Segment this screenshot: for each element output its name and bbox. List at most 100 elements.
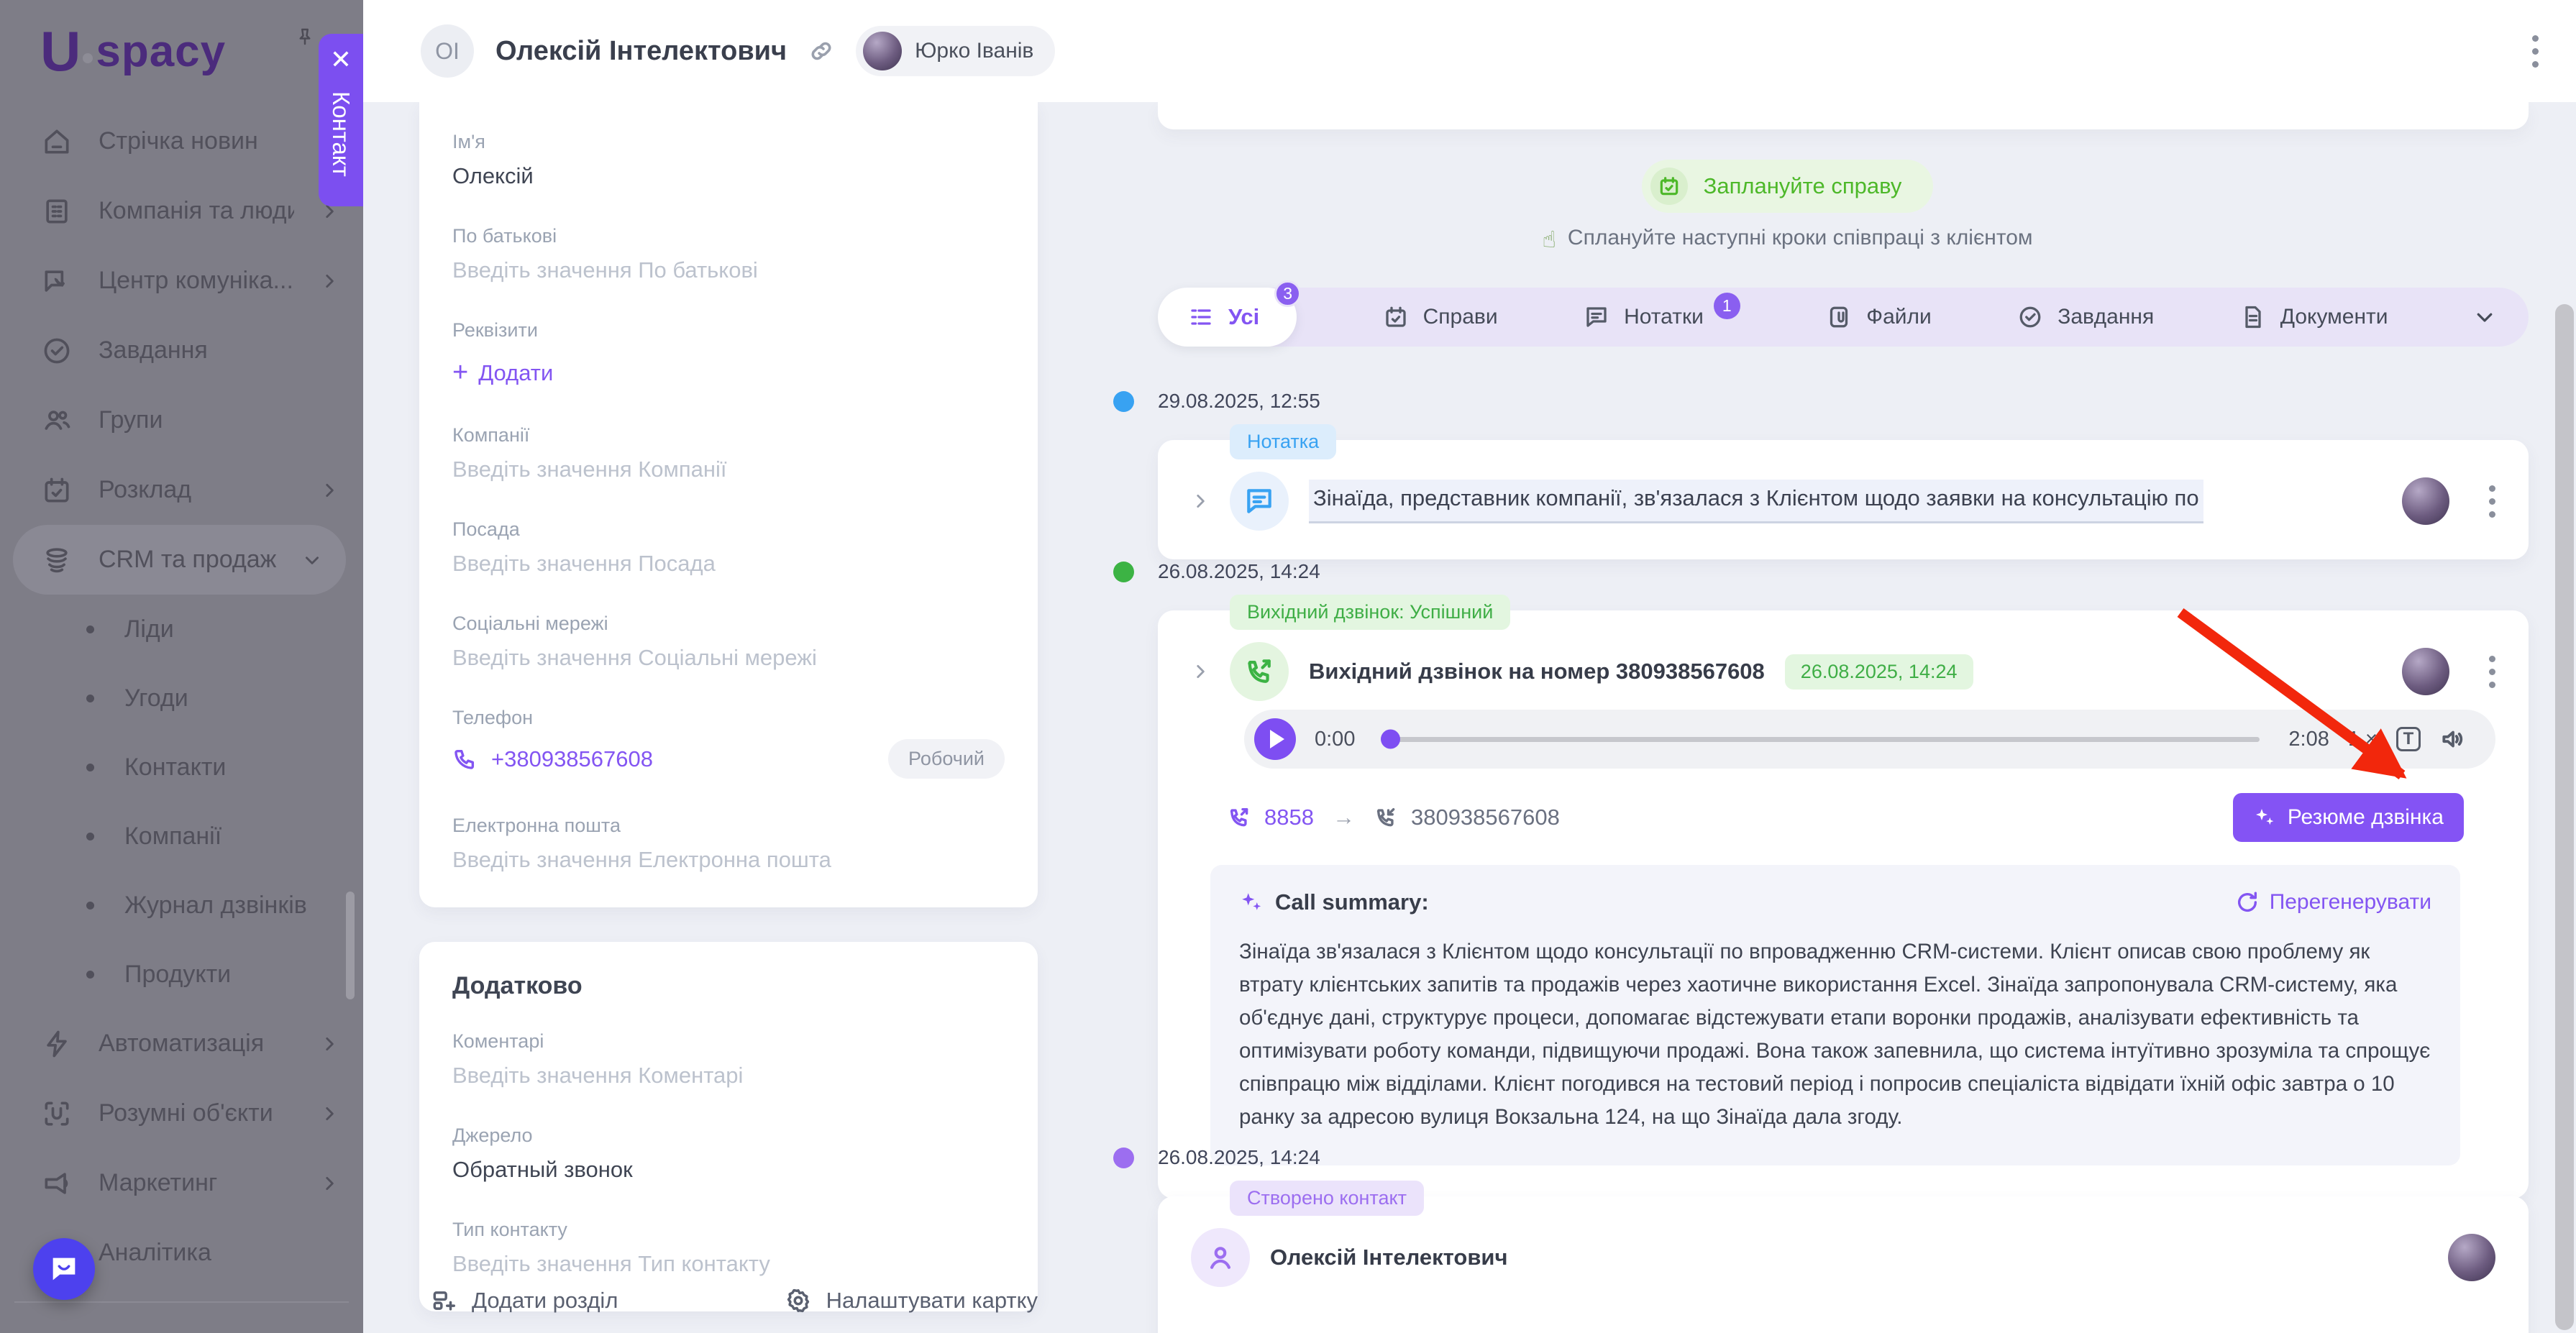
gear-icon [785, 1287, 812, 1314]
note-card[interactable]: Нотатка Зінаїда, представник компанії, з… [1158, 440, 2529, 559]
field-social[interactable]: Соціальні мережі Введіть значення Соціал… [452, 613, 1005, 671]
author-avatar [2402, 648, 2449, 695]
pin-sidebar-icon[interactable] [294, 26, 316, 47]
field-position[interactable]: Посада Введіть значення Посада [452, 518, 1005, 577]
sidebar-item-products[interactable]: Продукти [0, 940, 363, 1009]
sidebar-item-automation[interactable]: Автоматизація [0, 1009, 363, 1078]
support-chat-button[interactable] [33, 1238, 95, 1300]
tab-documents[interactable]: Документи [2240, 304, 2388, 330]
sidebar-item-contacts[interactable]: Контакти [0, 733, 363, 802]
building-icon [41, 196, 73, 227]
tab-activities[interactable]: Справи [1383, 304, 1498, 330]
sidebar-item-schedule[interactable]: Розклад [0, 455, 363, 525]
ai-sparkles-icon [1239, 890, 1264, 915]
field-comments[interactable]: Коментарі Введіть значення Коментарі [452, 1030, 1005, 1089]
chevron-right-icon [320, 272, 339, 290]
regenerate-icon [2235, 890, 2260, 915]
transcript-button[interactable]: T [2396, 727, 2421, 751]
seek-thumb[interactable] [1381, 730, 1400, 749]
marketing-icon [41, 1168, 73, 1199]
chevron-right-icon [320, 481, 339, 500]
sidebar-item-marketing[interactable]: Маркетинг [0, 1148, 363, 1218]
sidebar-item-news-feed[interactable]: Стрічка новин [0, 106, 363, 176]
scrolled-card-remnant [1158, 102, 2529, 129]
tab-all-badge: 3 [1274, 280, 1301, 307]
sidebar-item-crm-sales[interactable]: CRM та продажі [13, 525, 346, 595]
field-first-name[interactable]: Ім'я Олексій [452, 131, 1005, 189]
close-icon[interactable]: ✕ [330, 47, 352, 73]
sidebar-item-smart-objects[interactable]: Розумні об'єкти [0, 1078, 363, 1148]
call-summary-button[interactable]: Резюме дзвінка [2233, 793, 2464, 842]
entry-more-menu[interactable] [2488, 656, 2495, 688]
author-avatar [2402, 477, 2449, 525]
timeline-entry-contact-created: 26.08.2025, 14:24 Створено контакт Олекс… [1158, 1146, 2529, 1333]
tab-tasks[interactable]: Завдання [2017, 304, 2154, 330]
tabs-chevron-down-icon[interactable] [2474, 306, 2495, 328]
volume-icon[interactable] [2439, 725, 2467, 753]
entry-more-menu[interactable] [2488, 485, 2495, 518]
extra-section-card: Додатково Коментарі Введіть значення Ком… [419, 942, 1038, 1311]
seek-bar[interactable] [1384, 737, 2260, 742]
entry-date: 26.08.2025, 14:24 [1158, 1146, 2529, 1169]
entry-date: 29.08.2025, 12:55 [1158, 390, 2529, 413]
card-footer-actions: Додати розділ Налаштувати картку [430, 1287, 1038, 1314]
timeline-column: Заплануйте справу ☝ Сплануйте наступні к… [1046, 102, 2576, 1333]
note-icon [1584, 304, 1609, 330]
note-text[interactable]: Зінаїда, представник компанії, зв'язалас… [1309, 480, 2203, 523]
phone-type-badge: Робочий [888, 739, 1005, 779]
regenerate-button[interactable]: Перегенерувати [2235, 890, 2431, 915]
tab-notes[interactable]: Нотатки 1 [1584, 304, 1740, 331]
sidebar-item-leads[interactable]: Ліди [0, 595, 363, 664]
phone-link[interactable]: +380938567608 [491, 746, 653, 772]
field-phone: Телефон +380938567608 Робочий [452, 707, 1005, 779]
paperclip-icon [1826, 304, 1852, 330]
current-time: 0:00 [1315, 728, 1355, 751]
chat-bubble-icon [47, 1252, 81, 1286]
timeline-entry-note: 29.08.2025, 12:55 Нотатка Зінаїда, предс… [1158, 390, 2529, 559]
copy-link-icon[interactable] [808, 38, 834, 64]
field-companies[interactable]: Компанії Введіть значення Компанії [452, 424, 1005, 482]
note-tag: Нотатка [1230, 424, 1336, 459]
schedule-hint: ☝ Сплануйте наступні кроки співпраці з к… [1046, 226, 2529, 253]
field-source[interactable]: Джерело Обратный звонок [452, 1124, 1005, 1183]
assignee-chip[interactable]: Юрко Іванів [856, 26, 1055, 76]
add-requisite-button[interactable]: +Додати [452, 357, 1005, 388]
tab-all[interactable]: Усі 3 [1158, 288, 1297, 347]
play-button[interactable] [1254, 718, 1296, 760]
sidebar-item-groups[interactable]: Групи [0, 385, 363, 455]
from-number[interactable]: 8858 [1264, 805, 1314, 830]
check-circle-icon [2017, 304, 2043, 330]
main-scrollbar[interactable] [2555, 304, 2574, 1330]
contact-slideover-tab[interactable]: ✕ Контакт [319, 34, 363, 206]
expand-chevron-icon[interactable] [1191, 492, 1210, 510]
call-datetime-badge: 26.08.2025, 14:24 [1785, 654, 1973, 690]
playback-rate-button[interactable]: 1 × [2348, 728, 2378, 751]
configure-card-button[interactable]: Налаштувати картку [785, 1287, 1038, 1314]
add-section-button[interactable]: Додати розділ [430, 1287, 618, 1314]
audio-player: 0:00 2:08 1 × T [1244, 710, 2495, 769]
call-status-tag: Вихідний дзвінок: Успішний [1230, 595, 1510, 630]
sidebar-divider [14, 1301, 349, 1303]
calendar-icon [1383, 304, 1409, 330]
sidebar-item-communication-center[interactable]: Центр комуніка... [0, 246, 363, 316]
contact-tab-label: Контакт [327, 91, 355, 177]
sidebar-item-company-people[interactable]: Компанія та люди [0, 176, 363, 246]
timeline-dot [1113, 391, 1134, 412]
uspacy-logo[interactable]: Uspacy [40, 19, 226, 84]
contact-created-card[interactable]: Створено контакт Олексій Інтелектович [1158, 1196, 2529, 1333]
smart-objects-icon [41, 1098, 73, 1130]
field-contact-type[interactable]: Тип контакту Введіть значення Тип контак… [452, 1219, 1005, 1277]
sidebar-item-call-log[interactable]: Журнал дзвінків [0, 871, 363, 940]
to-number: 380938567608 [1411, 805, 1560, 830]
expand-chevron-icon[interactable] [1191, 662, 1210, 681]
sidebar-item-tasks[interactable]: Завдання [0, 316, 363, 385]
field-middle-name[interactable]: По батькові Введіть значення По батькові [452, 225, 1005, 283]
field-email[interactable]: Електронна пошта Введіть значення Електр… [452, 815, 1005, 873]
tab-files[interactable]: Файли [1826, 304, 1932, 330]
sidebar-item-deals[interactable]: Угоди [0, 664, 363, 733]
sidebar-scrollbar[interactable] [346, 892, 355, 999]
logo-dot-icon [83, 53, 93, 63]
schedule-activity-button[interactable]: Заплануйте справу [1642, 160, 1934, 213]
sidebar-item-companies[interactable]: Компанії [0, 802, 363, 871]
header-more-menu[interactable] [2531, 35, 2539, 68]
